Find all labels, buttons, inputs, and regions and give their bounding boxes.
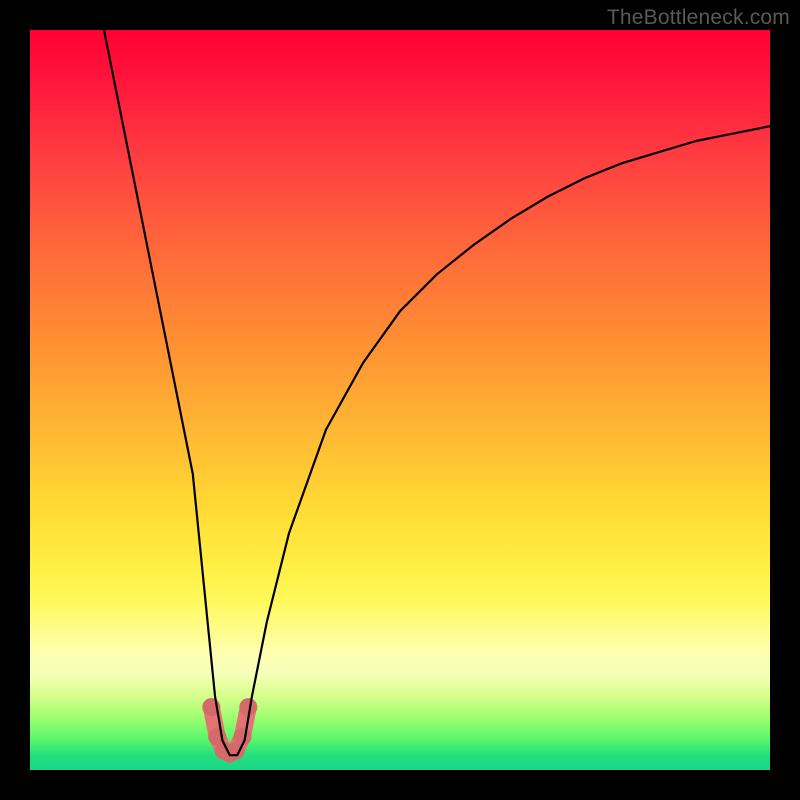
bottleneck-curve xyxy=(104,30,770,755)
chart-frame: TheBottleneck.com xyxy=(0,0,800,800)
plot-area xyxy=(30,30,770,770)
watermark-text: TheBottleneck.com xyxy=(607,6,790,30)
curve-layer xyxy=(30,30,770,770)
